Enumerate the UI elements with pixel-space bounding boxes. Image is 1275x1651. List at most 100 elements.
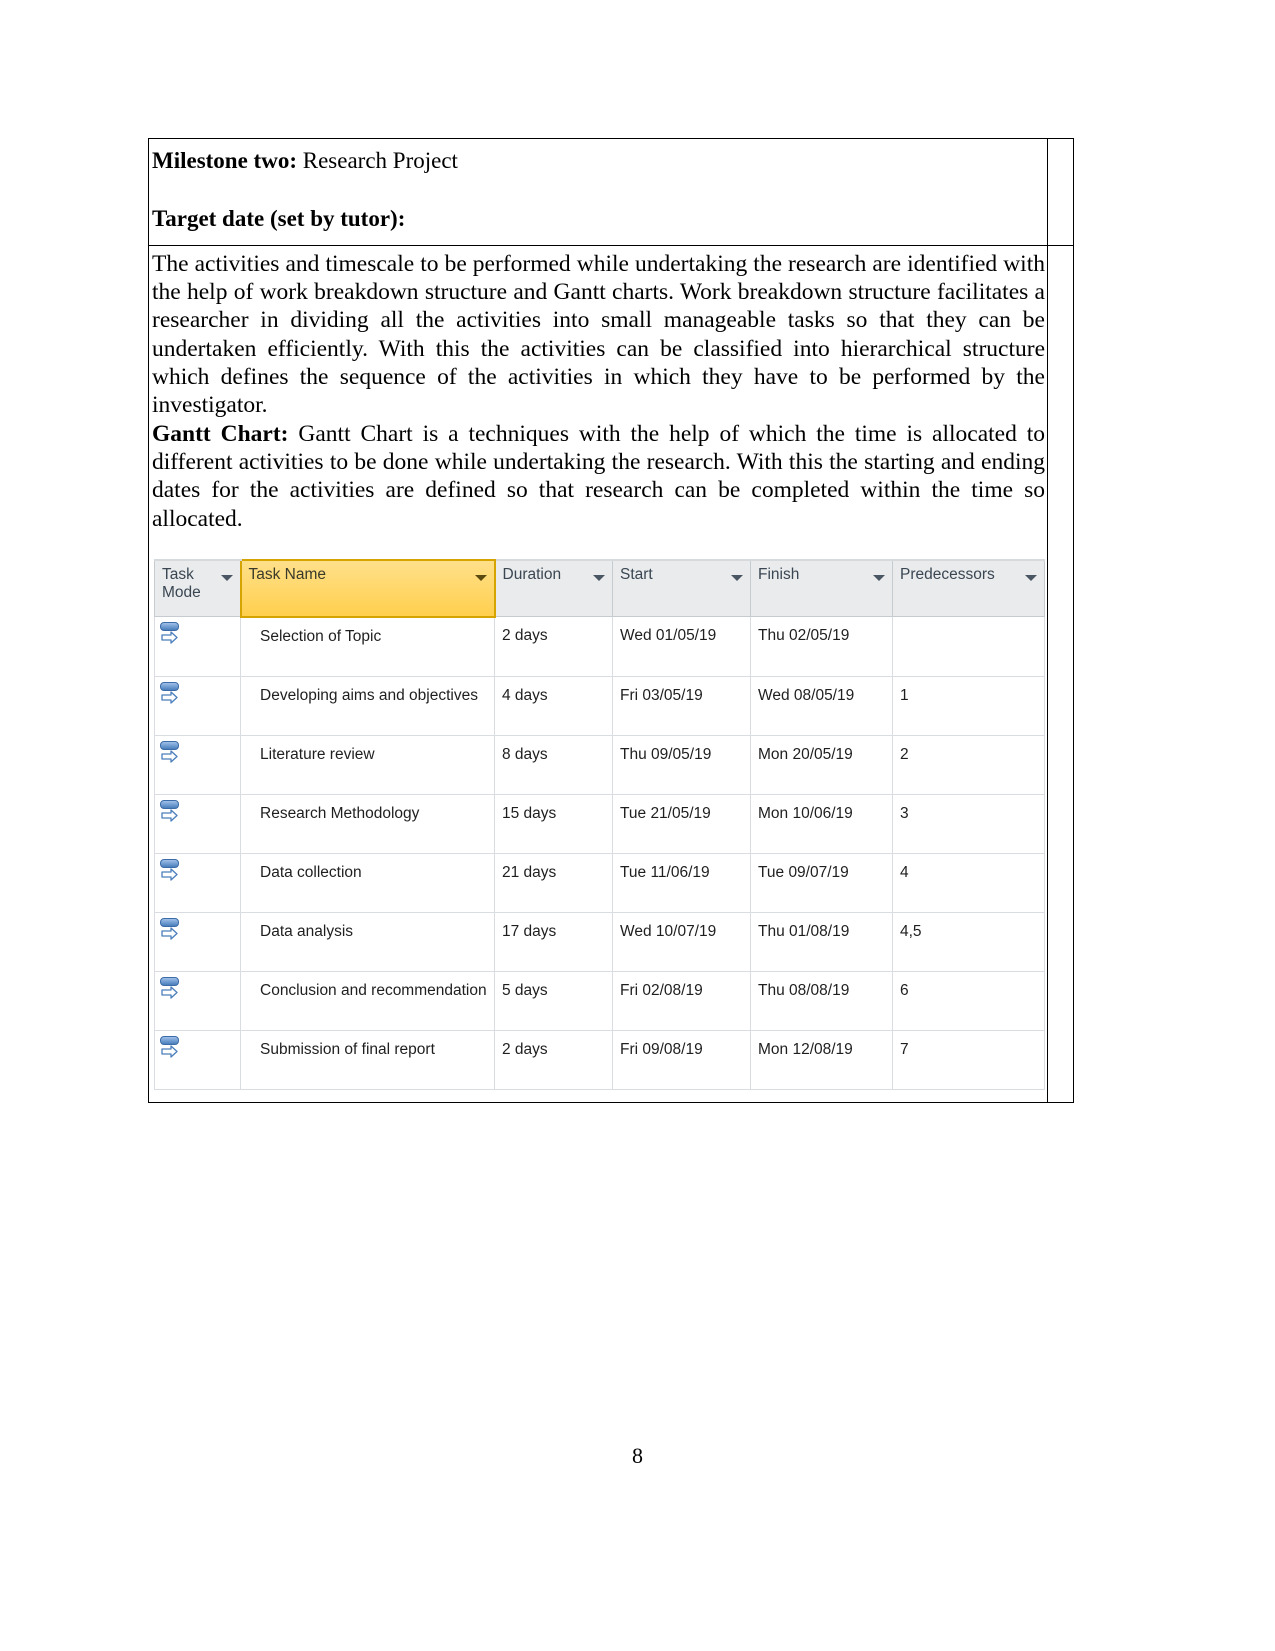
- table-row[interactable]: Research Methodology 15 days Tue 21/05/1…: [154, 793, 1045, 854]
- finish-cell[interactable]: Wed 08/05/19: [750, 675, 893, 736]
- finish-cell[interactable]: Mon 20/05/19: [750, 734, 893, 795]
- milestone-header-cell: Milestone two: Research Project Target d…: [148, 138, 1048, 246]
- table-row[interactable]: Submission of final report 2 days Fri 09…: [154, 1029, 1045, 1090]
- task-name-cell[interactable]: Literature review: [240, 734, 495, 795]
- chevron-down-icon[interactable]: [474, 574, 487, 581]
- chevron-down-icon[interactable]: [1025, 574, 1037, 581]
- start-cell[interactable]: Tue 21/05/19: [612, 793, 751, 854]
- column-header-start[interactable]: Start: [612, 558, 751, 618]
- body-side-cell: [1047, 244, 1074, 1103]
- column-header-duration-label: Duration: [502, 565, 562, 583]
- gantt-table-wrapper: Task Mode Task Name Duration Start Finis…: [152, 533, 1045, 1098]
- auto-scheduled-icon: [159, 917, 181, 944]
- auto-scheduled-icon: [159, 622, 181, 648]
- predecessors-cell[interactable]: [892, 616, 1045, 677]
- auto-scheduled-icon: [159, 1035, 181, 1062]
- finish-cell[interactable]: Thu 08/08/19: [750, 970, 893, 1031]
- task-name-cell[interactable]: Data collection: [240, 852, 495, 913]
- finish-cell[interactable]: Mon 10/06/19: [750, 793, 893, 854]
- milestone-side-cell: [1047, 138, 1074, 246]
- auto-scheduled-icon: [159, 681, 181, 708]
- table-row[interactable]: Developing aims and objectives 4 days Fr…: [154, 675, 1045, 736]
- gantt-chart-heading: Gantt Chart:: [152, 420, 289, 447]
- column-header-predecessors[interactable]: Predecessors: [892, 558, 1045, 618]
- task-mode-cell[interactable]: [154, 1029, 241, 1090]
- gantt-table-body: Selection of Topic 2 days Wed 01/05/19 T…: [154, 616, 1045, 1090]
- duration-cell[interactable]: 15 days: [494, 793, 613, 854]
- predecessors-cell[interactable]: 6: [892, 970, 1045, 1031]
- start-cell[interactable]: Wed 01/05/19: [612, 616, 751, 677]
- column-header-start-label: Start: [620, 565, 653, 583]
- chevron-down-icon[interactable]: [220, 574, 233, 581]
- start-cell[interactable]: Tue 11/06/19: [612, 852, 751, 913]
- task-name-cell[interactable]: Research Methodology: [240, 793, 495, 854]
- duration-cell[interactable]: 17 days: [494, 911, 613, 972]
- task-mode-cell[interactable]: [154, 675, 241, 736]
- table-row[interactable]: Selection of Topic 2 days Wed 01/05/19 T…: [154, 616, 1045, 677]
- column-header-finish-label: Finish: [758, 565, 800, 583]
- milestone-header-row: Milestone two: Research Project Target d…: [148, 138, 1074, 246]
- body-block: The activities and timescale to be perfo…: [149, 246, 1047, 1102]
- auto-scheduled-icon: [159, 976, 181, 1003]
- column-header-task-mode-label: Task Mode: [162, 565, 201, 602]
- chevron-down-icon[interactable]: [873, 574, 885, 581]
- document-page: Milestone two: Research Project Target d…: [0, 0, 1275, 1651]
- milestone-block: Milestone two: Research Project Target d…: [149, 139, 1047, 245]
- task-name-cell[interactable]: Conclusion and recommendation: [240, 970, 495, 1031]
- start-cell[interactable]: Fri 03/05/19: [612, 675, 751, 736]
- predecessors-cell[interactable]: 4,5: [892, 911, 1045, 972]
- milestone-label: Milestone two:: [152, 148, 297, 173]
- gantt-task-table: Task Mode Task Name Duration Start Finis…: [154, 558, 1045, 1090]
- task-mode-cell[interactable]: [154, 852, 241, 913]
- predecessors-cell[interactable]: 4: [892, 852, 1045, 913]
- finish-cell[interactable]: Thu 02/05/19: [750, 616, 893, 677]
- chevron-down-icon[interactable]: [731, 574, 743, 581]
- start-cell[interactable]: Wed 10/07/19: [612, 911, 751, 972]
- start-cell[interactable]: Fri 02/08/19: [612, 970, 751, 1031]
- start-cell[interactable]: Fri 09/08/19: [612, 1029, 751, 1090]
- task-mode-cell[interactable]: [154, 793, 241, 854]
- column-header-finish[interactable]: Finish: [750, 558, 893, 618]
- task-name-cell[interactable]: Selection of Topic: [240, 616, 495, 677]
- column-header-task-name-label: Task Name: [248, 565, 327, 583]
- document-outer-table: Milestone two: Research Project Target d…: [148, 138, 1074, 1103]
- column-header-task-mode[interactable]: Task Mode: [154, 558, 241, 618]
- auto-scheduled-icon: [159, 858, 181, 885]
- auto-scheduled-icon: [159, 799, 181, 826]
- table-row[interactable]: Data analysis 17 days Wed 10/07/19 Thu 0…: [154, 911, 1045, 972]
- finish-cell[interactable]: Tue 09/07/19: [750, 852, 893, 913]
- start-cell[interactable]: Thu 09/05/19: [612, 734, 751, 795]
- task-name-cell[interactable]: Developing aims and objectives: [240, 675, 495, 736]
- task-mode-cell[interactable]: [154, 911, 241, 972]
- milestone-value: Research Project: [297, 148, 458, 173]
- duration-cell[interactable]: 21 days: [494, 852, 613, 913]
- predecessors-cell[interactable]: 2: [892, 734, 1045, 795]
- duration-cell[interactable]: 2 days: [494, 616, 613, 677]
- paragraph-2: Gantt Chart: Gantt Chart is a techniques…: [152, 420, 1045, 533]
- table-row[interactable]: Literature review 8 days Thu 09/05/19 Mo…: [154, 734, 1045, 795]
- task-mode-cell[interactable]: [154, 734, 241, 795]
- task-mode-cell[interactable]: [154, 616, 241, 677]
- finish-cell[interactable]: Thu 01/08/19: [750, 911, 893, 972]
- predecessors-cell[interactable]: 7: [892, 1029, 1045, 1090]
- milestone-title-line: Milestone two: Research Project: [152, 146, 1041, 176]
- duration-cell[interactable]: 8 days: [494, 734, 613, 795]
- task-name-cell[interactable]: Submission of final report: [240, 1029, 495, 1090]
- column-header-task-name[interactable]: Task Name: [239, 558, 496, 618]
- auto-scheduled-icon: [159, 740, 181, 767]
- predecessors-cell[interactable]: 3: [892, 793, 1045, 854]
- table-row[interactable]: Conclusion and recommendation 5 days Fri…: [154, 970, 1045, 1031]
- page-number: 8: [632, 1443, 643, 1468]
- duration-cell[interactable]: 5 days: [494, 970, 613, 1031]
- task-mode-cell[interactable]: [154, 970, 241, 1031]
- body-cell: The activities and timescale to be perfo…: [148, 244, 1048, 1103]
- predecessors-cell[interactable]: 1: [892, 675, 1045, 736]
- duration-cell[interactable]: 4 days: [494, 675, 613, 736]
- chevron-down-icon[interactable]: [593, 574, 605, 581]
- table-row[interactable]: Data collection 21 days Tue 11/06/19 Tue…: [154, 852, 1045, 913]
- finish-cell[interactable]: Mon 12/08/19: [750, 1029, 893, 1090]
- task-name-cell[interactable]: Data analysis: [240, 911, 495, 972]
- duration-cell[interactable]: 2 days: [494, 1029, 613, 1090]
- paragraph-1: The activities and timescale to be perfo…: [152, 250, 1045, 419]
- column-header-duration[interactable]: Duration: [494, 558, 613, 618]
